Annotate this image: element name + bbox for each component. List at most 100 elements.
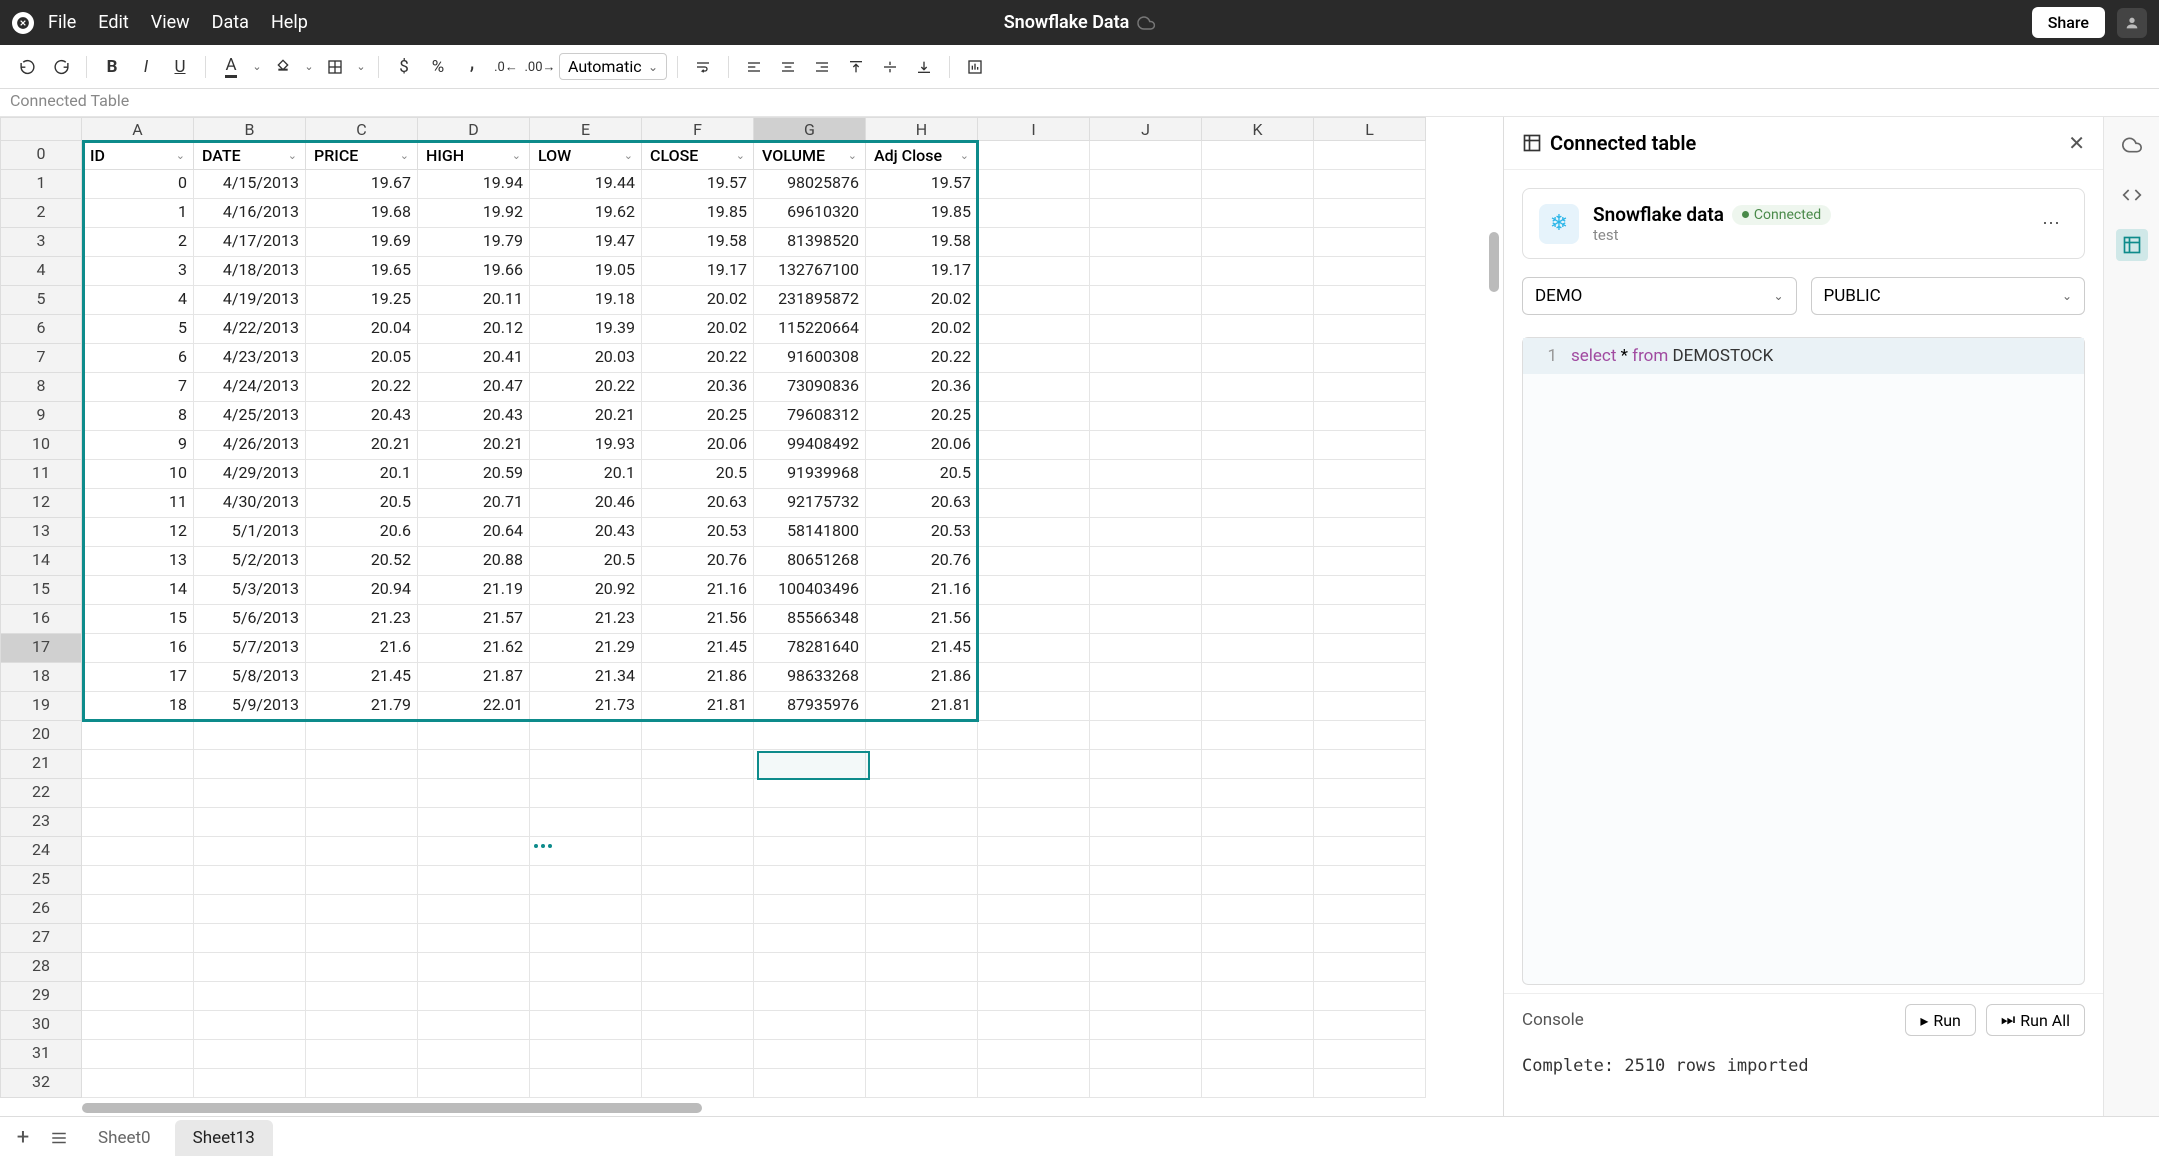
empty-cell[interactable] xyxy=(642,1040,754,1069)
data-cell[interactable]: 58141800 xyxy=(754,518,866,547)
empty-cell[interactable] xyxy=(978,982,1090,1011)
empty-cell[interactable] xyxy=(530,837,642,866)
empty-cell[interactable] xyxy=(418,982,530,1011)
data-cell[interactable]: 19.94 xyxy=(418,170,530,199)
data-cell[interactable]: 20.36 xyxy=(866,373,978,402)
data-cell[interactable]: 20.46 xyxy=(530,489,642,518)
data-cell[interactable]: 5/3/2013 xyxy=(194,576,306,605)
data-cell[interactable]: 20.22 xyxy=(306,373,418,402)
empty-cell[interactable] xyxy=(1202,1040,1314,1069)
empty-cell[interactable] xyxy=(418,866,530,895)
row-header-32[interactable]: 32 xyxy=(0,1069,82,1098)
empty-cell[interactable] xyxy=(306,895,418,924)
data-cell[interactable]: 20.43 xyxy=(418,402,530,431)
row-header-22[interactable]: 22 xyxy=(0,779,82,808)
align-bottom-button[interactable] xyxy=(909,52,939,82)
empty-cell[interactable] xyxy=(978,547,1090,576)
data-cell[interactable]: 20.53 xyxy=(642,518,754,547)
data-cell[interactable]: 7 xyxy=(82,373,194,402)
empty-cell[interactable] xyxy=(1202,489,1314,518)
data-cell[interactable]: 4/30/2013 xyxy=(194,489,306,518)
data-cell[interactable]: 20.43 xyxy=(530,518,642,547)
data-cell[interactable]: 14 xyxy=(82,576,194,605)
empty-cell[interactable] xyxy=(530,1040,642,1069)
empty-cell[interactable] xyxy=(1090,344,1202,373)
data-cell[interactable]: 16 xyxy=(82,634,194,663)
empty-cell[interactable] xyxy=(306,866,418,895)
empty-cell[interactable] xyxy=(306,750,418,779)
empty-cell[interactable] xyxy=(306,953,418,982)
col-header-H[interactable]: H xyxy=(866,117,978,141)
data-cell[interactable]: 21.19 xyxy=(418,576,530,605)
align-center-button[interactable] xyxy=(773,52,803,82)
data-cell[interactable]: 92175732 xyxy=(754,489,866,518)
code-button[interactable] xyxy=(2116,179,2148,211)
share-button[interactable]: Share xyxy=(2032,7,2105,38)
empty-cell[interactable] xyxy=(1202,460,1314,489)
data-cell[interactable]: 13 xyxy=(82,547,194,576)
empty-cell[interactable] xyxy=(194,779,306,808)
data-cell[interactable]: 69610320 xyxy=(754,199,866,228)
data-cell[interactable]: 91939968 xyxy=(754,460,866,489)
empty-cell[interactable] xyxy=(306,721,418,750)
empty-cell[interactable] xyxy=(1202,228,1314,257)
empty-cell[interactable] xyxy=(306,779,418,808)
empty-cell[interactable] xyxy=(978,489,1090,518)
empty-cell[interactable] xyxy=(1090,460,1202,489)
data-cell[interactable]: 21.16 xyxy=(642,576,754,605)
empty-cell[interactable] xyxy=(978,605,1090,634)
empty-cell[interactable] xyxy=(418,895,530,924)
empty-cell[interactable] xyxy=(1202,663,1314,692)
empty-cell[interactable] xyxy=(1090,1011,1202,1040)
data-cell[interactable]: 20.22 xyxy=(866,344,978,373)
empty-cell[interactable] xyxy=(1202,982,1314,1011)
empty-cell[interactable] xyxy=(1090,431,1202,460)
empty-cell[interactable] xyxy=(1314,315,1426,344)
data-cell[interactable]: 20.1 xyxy=(306,460,418,489)
data-cell[interactable]: 19.65 xyxy=(306,257,418,286)
empty-cell[interactable] xyxy=(642,895,754,924)
empty-cell[interactable] xyxy=(866,808,978,837)
empty-cell[interactable] xyxy=(1090,199,1202,228)
align-middle-button[interactable] xyxy=(875,52,905,82)
data-cell[interactable]: 4/17/2013 xyxy=(194,228,306,257)
empty-cell[interactable] xyxy=(978,837,1090,866)
data-cell[interactable]: 20.63 xyxy=(866,489,978,518)
empty-cell[interactable] xyxy=(1202,808,1314,837)
empty-cell[interactable] xyxy=(642,808,754,837)
row-header-21[interactable]: 21 xyxy=(0,750,82,779)
row-header-5[interactable]: 5 xyxy=(0,286,82,315)
data-cell[interactable]: 20.92 xyxy=(530,576,642,605)
empty-cell[interactable] xyxy=(1202,866,1314,895)
empty-cell[interactable] xyxy=(978,895,1090,924)
empty-cell[interactable] xyxy=(194,924,306,953)
empty-cell[interactable] xyxy=(194,1011,306,1040)
data-cell[interactable]: 20.36 xyxy=(642,373,754,402)
empty-cell[interactable] xyxy=(1090,692,1202,721)
empty-cell[interactable] xyxy=(82,1069,194,1098)
data-cell[interactable]: 19.17 xyxy=(642,257,754,286)
row-header-8[interactable]: 8 xyxy=(0,373,82,402)
data-cell[interactable]: 20.5 xyxy=(866,460,978,489)
empty-cell[interactable] xyxy=(1314,663,1426,692)
empty-cell[interactable] xyxy=(1202,721,1314,750)
empty-cell[interactable] xyxy=(82,1011,194,1040)
empty-cell[interactable] xyxy=(1090,866,1202,895)
empty-cell[interactable] xyxy=(754,750,866,779)
row-header-29[interactable]: 29 xyxy=(0,982,82,1011)
empty-cell[interactable] xyxy=(82,866,194,895)
empty-cell[interactable] xyxy=(1202,170,1314,199)
align-right-button[interactable] xyxy=(807,52,837,82)
empty-cell[interactable] xyxy=(1314,228,1426,257)
empty-cell[interactable] xyxy=(530,924,642,953)
empty-cell[interactable] xyxy=(82,779,194,808)
data-cell[interactable]: 20.21 xyxy=(418,431,530,460)
align-left-button[interactable] xyxy=(739,52,769,82)
data-cell[interactable]: 20.02 xyxy=(866,286,978,315)
empty-cell[interactable] xyxy=(754,1069,866,1098)
empty-cell[interactable] xyxy=(642,953,754,982)
empty-cell[interactable] xyxy=(1314,286,1426,315)
data-cell[interactable]: 5/8/2013 xyxy=(194,663,306,692)
empty-cell[interactable] xyxy=(1202,286,1314,315)
empty-cell[interactable] xyxy=(1090,895,1202,924)
